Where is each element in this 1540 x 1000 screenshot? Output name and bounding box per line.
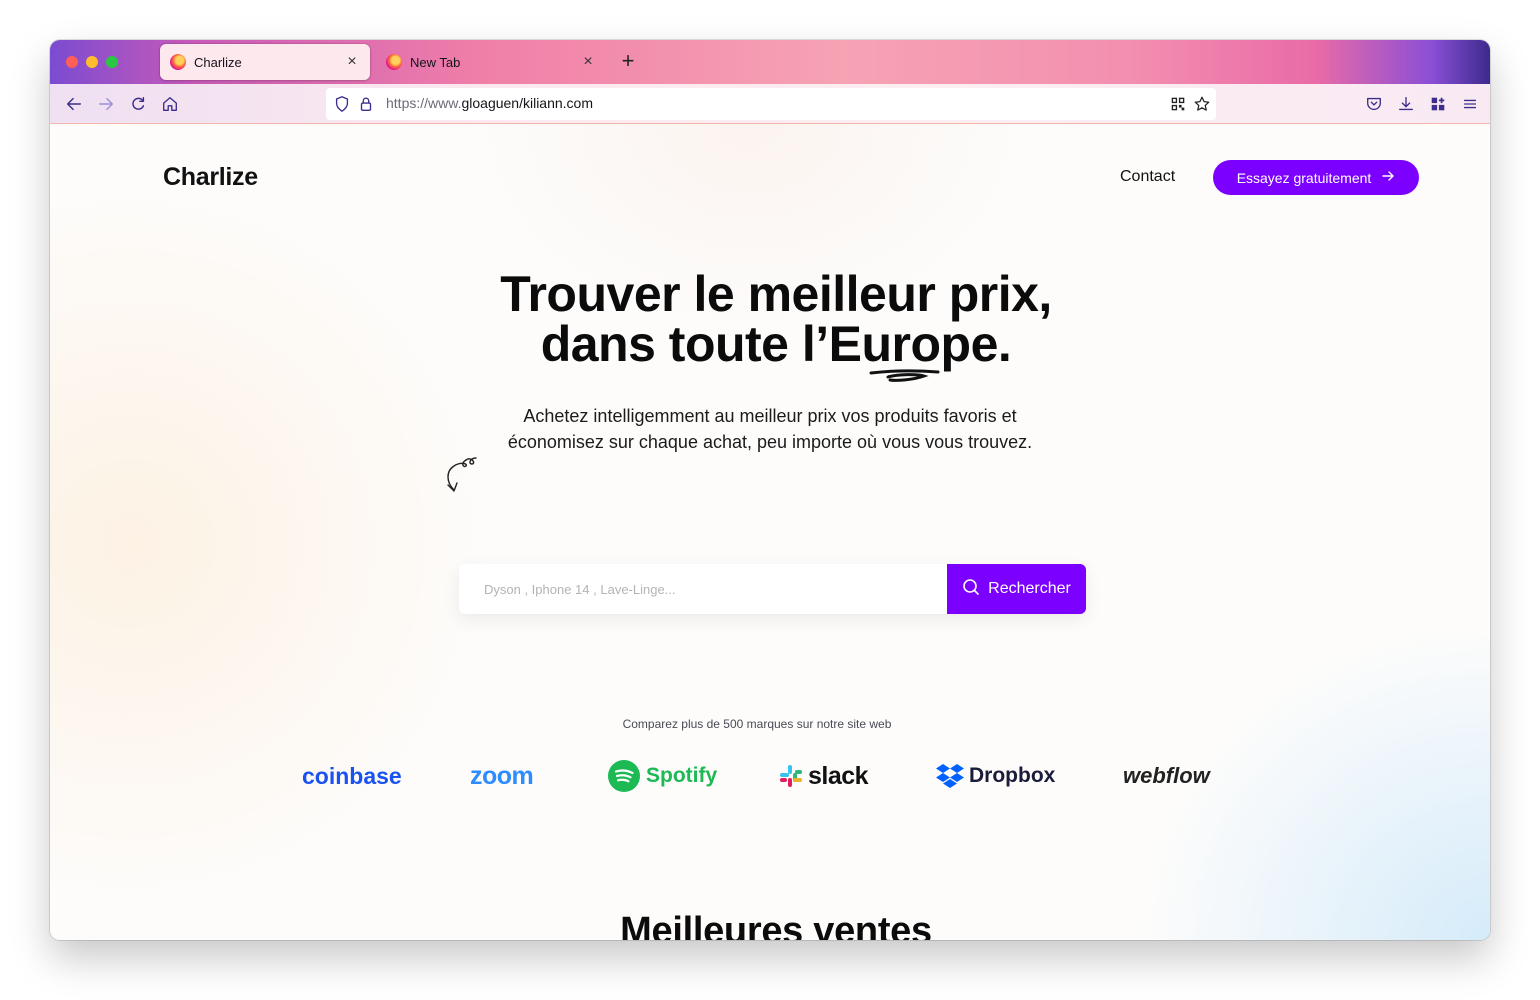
webflow-logo: webflow <box>1123 763 1210 788</box>
tab-new-tab[interactable]: New Tab × <box>376 44 606 80</box>
menu-icon[interactable] <box>1458 92 1482 116</box>
address-bar[interactable]: https://www.gloaguen/kiliann.com <box>326 88 1216 120</box>
best-sellers-heading: Meilleures ventes <box>620 910 932 940</box>
coinbase-logo: coinbase <box>302 762 402 789</box>
bookmark-star-icon[interactable] <box>1190 92 1214 116</box>
spotify-icon <box>608 760 640 792</box>
search-button[interactable]: Rechercher <box>947 564 1086 614</box>
hero-subtitle-line-1: Achetez intelligemment au meilleur prix … <box>523 406 1017 426</box>
minimize-window-button[interactable] <box>86 56 98 68</box>
brands-caption: Comparez plus de 500 marques sur notre s… <box>622 717 892 731</box>
tab-strip: Charlize × New Tab × + <box>50 40 1490 84</box>
arrow-right-icon <box>1381 169 1395 186</box>
tab-charlize[interactable]: Charlize × <box>160 44 370 80</box>
zoom-logo: zoom <box>470 761 534 790</box>
hero-title-line-2: dans toute l’Europe. <box>540 316 1012 372</box>
pocket-icon[interactable] <box>1362 92 1386 116</box>
url-domain: gloaguen/kiliann.com <box>461 95 593 111</box>
dropbox-logo: Dropbox <box>935 758 1055 794</box>
spotify-wordmark: Spotify <box>646 764 718 787</box>
spotify-logo: Spotify <box>608 758 717 794</box>
slack-wordmark: slack <box>808 761 869 790</box>
navigation-toolbar: https://www.gloaguen/kiliann.com <box>50 84 1490 124</box>
slack-logo: slack <box>779 758 869 794</box>
curly-arrow-doodle-icon <box>447 457 477 492</box>
close-window-button[interactable] <box>66 56 78 68</box>
lock-icon[interactable] <box>354 92 378 116</box>
hero-subtitle: Achetez intelligemment au meilleur prix … <box>470 403 1070 455</box>
shield-icon[interactable] <box>330 92 354 116</box>
tab-title: Charlize <box>194 54 242 70</box>
downloads-icon[interactable] <box>1394 92 1418 116</box>
hero-subtitle-line-2: économisez sur chaque achat, peu importe… <box>507 432 1033 452</box>
site-logo[interactable]: Charlize <box>163 163 258 192</box>
dropbox-wordmark: Dropbox <box>969 764 1056 787</box>
web-page: Charlize Contact Essayez gratuitement Tr… <box>50 124 1490 940</box>
slack-icon <box>780 765 802 787</box>
hero-title-line-1: Trouver le meilleur prix, <box>500 266 1052 322</box>
back-arrow-icon[interactable] <box>62 92 86 116</box>
firefox-icon <box>170 54 186 70</box>
reload-icon[interactable] <box>126 92 150 116</box>
try-free-label: Essayez gratuitement <box>1236 169 1372 186</box>
tab-title: New Tab <box>410 54 461 70</box>
search-icon <box>962 578 980 601</box>
underline-squiggle-icon <box>869 369 940 382</box>
new-tab-button[interactable]: + <box>616 50 640 74</box>
try-free-button[interactable]: Essayez gratuitement <box>1213 160 1419 195</box>
close-tab-icon[interactable]: × <box>344 53 360 71</box>
browser-window: Charlize × New Tab × + https://www.gloag… <box>50 40 1490 940</box>
extensions-icon[interactable] <box>1426 92 1450 116</box>
contact-link[interactable]: Contact <box>1120 168 1175 186</box>
home-icon[interactable] <box>158 92 182 116</box>
url-text[interactable]: https://www.gloaguen/kiliann.com <box>386 95 593 111</box>
search-input[interactable] <box>459 564 947 614</box>
dropbox-icon <box>936 764 964 788</box>
close-tab-icon[interactable]: × <box>580 53 596 71</box>
maximize-window-button[interactable] <box>106 56 118 68</box>
url-prefix: https://www. <box>386 95 462 111</box>
search-button-label: Rechercher <box>988 580 1071 597</box>
hero-title: Trouver le meilleur prix, dans toute l’E… <box>350 269 1202 369</box>
forward-arrow-icon[interactable] <box>94 92 118 116</box>
product-search-bar: Rechercher <box>459 564 1086 614</box>
qr-code-icon[interactable] <box>1166 92 1190 116</box>
firefox-icon <box>386 54 402 70</box>
